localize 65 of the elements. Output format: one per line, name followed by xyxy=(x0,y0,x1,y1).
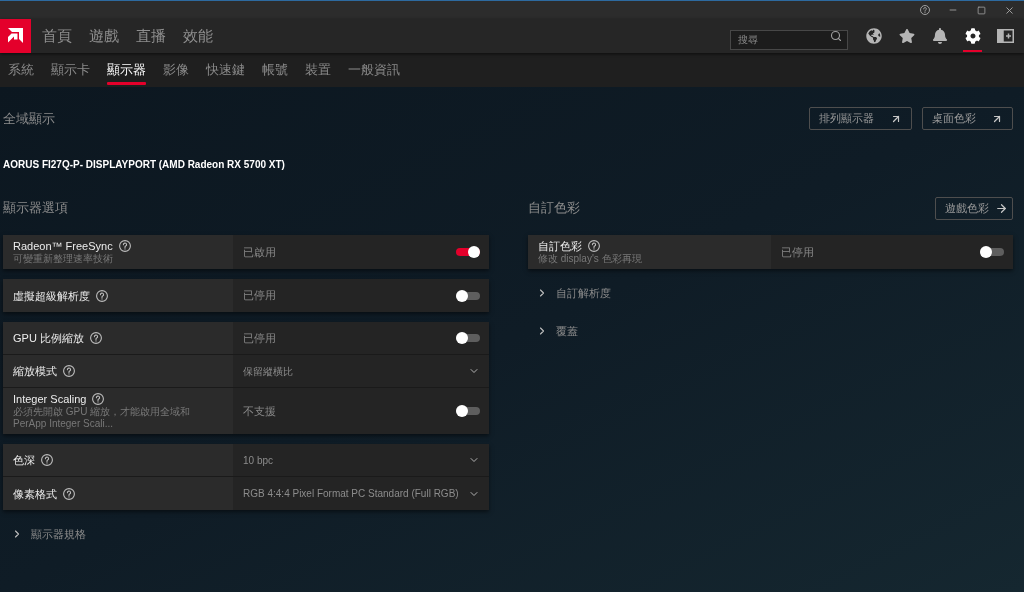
status-text: 已停用 xyxy=(243,288,276,304)
help-icon[interactable] xyxy=(588,240,600,252)
panel-icon xyxy=(997,29,1014,43)
sub-nav-tab[interactable]: 系統 xyxy=(8,53,34,87)
dropdown-select[interactable]: 保留縱橫比 xyxy=(233,355,489,387)
setting-label: Radeon™ FreeSync xyxy=(13,239,113,253)
section-expander[interactable]: 自訂解析度 xyxy=(528,280,611,306)
status-text: 已停用 xyxy=(243,330,276,346)
sub-nav-tab[interactable]: 顯示器 xyxy=(107,53,146,87)
setting-label: GPU 比例縮放 xyxy=(13,331,84,345)
section-expander[interactable]: 顯示器規格 xyxy=(3,521,86,547)
sub-nav-tab[interactable]: 快速鍵 xyxy=(206,53,245,87)
help-icon[interactable] xyxy=(92,393,105,405)
sub-nav-tab[interactable]: 影像 xyxy=(163,53,189,87)
toggle-switch[interactable] xyxy=(456,289,480,302)
setting-label: 虛擬超級解析度 xyxy=(13,288,90,303)
monitor-name: AORUS FI27Q-P- DISPLAYPORT (AMD Radeon RX 5700 XT) xyxy=(3,158,285,171)
bell-icon xyxy=(931,28,948,44)
section-title: 全域顯示 xyxy=(3,109,55,128)
section-title: 顯示器選項 xyxy=(3,199,68,218)
help-icon[interactable] xyxy=(89,332,102,344)
link-button[interactable]: 桌面色彩 xyxy=(922,107,1013,130)
logo-icon[interactable] xyxy=(0,19,31,53)
setting-description: 必須先開啟 GPU 縮放，才能啟用全域和 PerApp Integer Scali... xyxy=(13,406,192,430)
star-icon xyxy=(898,28,915,44)
section-title: 自訂色彩 xyxy=(528,199,580,218)
setting-description: 修改 display's 色彩再現 xyxy=(538,253,643,265)
setting-label: 色深 xyxy=(13,453,35,467)
help-icon[interactable] xyxy=(920,5,930,15)
toggle-switch[interactable] xyxy=(456,246,480,258)
setting-label: 自訂色彩 xyxy=(538,239,582,253)
toggle-switch[interactable] xyxy=(980,246,1004,258)
setting-label: 縮放模式 xyxy=(13,364,57,378)
nav-tab[interactable]: 直播 xyxy=(136,19,166,53)
dropdown-select[interactable]: 10 bpc xyxy=(233,444,489,476)
close-icon xyxy=(1003,4,1015,16)
help-icon[interactable] xyxy=(63,365,75,377)
status-text: 不支援 xyxy=(243,403,276,419)
maximize-icon xyxy=(976,5,986,15)
section-expander[interactable]: 覆蓋 xyxy=(528,318,578,344)
sub-nav-tab[interactable]: 帳號 xyxy=(262,53,288,87)
help-icon[interactable] xyxy=(96,289,108,302)
toggle-switch[interactable] xyxy=(456,405,480,417)
setting-description: 可變重新整理速率技術 xyxy=(13,253,114,265)
link-button[interactable]: 遊戲色彩 xyxy=(935,196,1013,220)
setting-label: 像素格式 xyxy=(13,486,57,501)
nav-tab[interactable]: 遊戲 xyxy=(89,19,119,53)
status-text: 已啟用 xyxy=(243,244,276,260)
setting-label: Integer Scaling xyxy=(13,392,87,406)
search-icon xyxy=(830,30,842,42)
sub-nav-tab[interactable]: 顯示卡 xyxy=(51,53,90,87)
toggle-switch[interactable] xyxy=(456,332,480,344)
dropdown-select[interactable]: RGB 4:4:4 Pixel Format PC Standard (Full RGB) xyxy=(233,477,489,510)
search-field[interactable]: 搜尋 xyxy=(730,29,848,50)
globe-icon xyxy=(865,28,882,44)
arrow-right-icon xyxy=(995,201,1008,215)
nav-tab[interactable]: 效能 xyxy=(183,19,213,53)
help-icon[interactable] xyxy=(41,454,53,466)
help-icon[interactable] xyxy=(63,487,75,500)
status-text: 已停用 xyxy=(781,244,814,260)
nav-tab[interactable]: 首頁 xyxy=(42,19,72,53)
sub-nav-tab[interactable]: 裝置 xyxy=(305,53,331,87)
settings-icon xyxy=(964,28,981,44)
link-button[interactable]: 排列顯示器 xyxy=(809,107,912,130)
help-icon[interactable] xyxy=(118,240,131,252)
